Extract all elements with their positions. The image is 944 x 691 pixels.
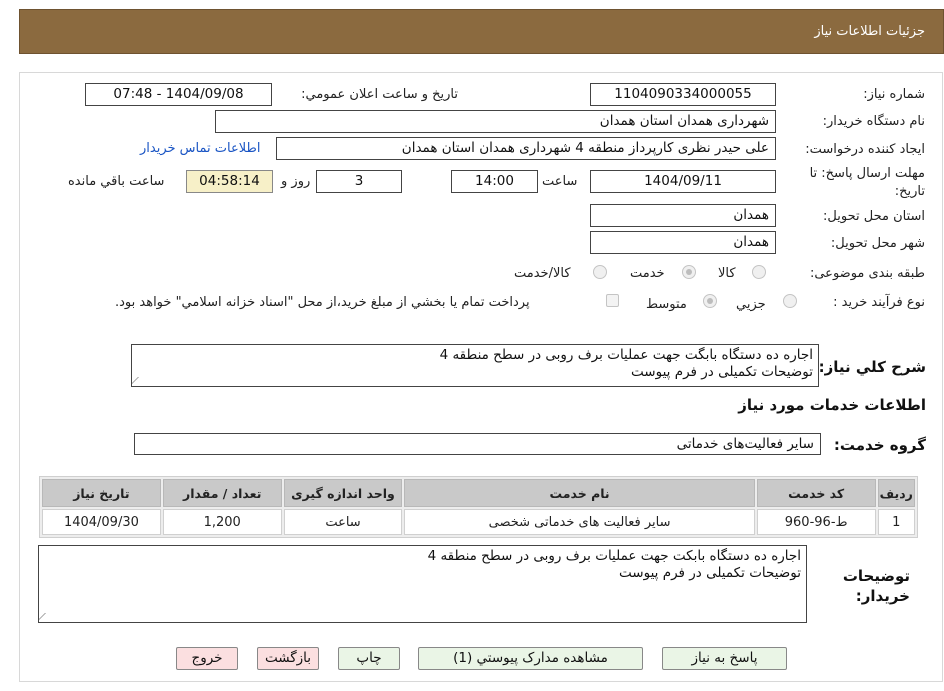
summary-line-1: اجاره ده دستگاه بابگت جهت عملیات برف روب… [439, 347, 813, 363]
service-group-field[interactable]: ساير فعاليت‌های خدماتی [134, 433, 821, 455]
services-section-title: اطلاعات خدمات مورد نياز [738, 396, 926, 414]
buyer-notes-line-1: اجاره ده دستگاه بابکت جهت عملیات برف روب… [427, 548, 801, 564]
deadline-time-field[interactable]: 14:00 [451, 170, 538, 193]
col-header-quantity: تعداد / مقدار [162, 479, 282, 507]
days-field[interactable]: 3 [316, 170, 402, 193]
cell-unit: ساعت [283, 509, 403, 535]
process-option-minor: جزيي [736, 297, 766, 312]
category-radio-goods[interactable] [752, 265, 766, 279]
cell-quantity: 1,200 [162, 509, 282, 535]
summary-textarea[interactable]: اجاره ده دستگاه بابگت جهت عملیات برف روب… [131, 344, 819, 387]
deadline-label-date: تاريخ: [894, 184, 925, 199]
col-header-unit: واحد اندازه گيری [283, 479, 403, 507]
announce-label: تاريخ و ساعت اعلان عمومي: [301, 87, 458, 102]
resize-grip-icon[interactable] [132, 377, 146, 385]
process-option-medium: متوسط [646, 297, 687, 312]
payment-note: پرداخت تمام يا بخشي از مبلغ خريد،از محل … [115, 295, 530, 310]
exit-button[interactable]: خروج [176, 647, 238, 670]
buyer-notes-textarea[interactable]: اجاره ده دستگاه بابکت جهت عملیات برف روب… [38, 545, 807, 623]
deadline-date-field[interactable]: 1404/09/11 [590, 170, 776, 193]
buyer-field[interactable]: شهرداری همدان استان همدان [215, 110, 776, 133]
cell-row-number: 1 [877, 509, 915, 535]
days-label: روز و [281, 174, 311, 189]
deadline-label: مهلت ارسال پاسخ: تا [809, 166, 925, 181]
category-option-goods: كالا [718, 266, 736, 281]
category-radio-service[interactable] [682, 265, 696, 279]
col-header-row-number: رديف [877, 479, 915, 507]
page-title: جزئيات اطلاعات نياز [814, 24, 925, 39]
view-attachments-button[interactable]: مشاهده مدارک پيوستي (1) [418, 647, 643, 670]
back-button[interactable]: بازگشت [257, 647, 319, 670]
summary-line-2: توضیحات تکمیلی در فرم پیوست [631, 364, 813, 380]
resize-grip-icon[interactable] [39, 613, 53, 621]
table-header-row: رديف كد خدمت نام خدمت واحد اندازه گيری ت… [42, 479, 915, 507]
category-label: طبقه بندی موضوعی: [809, 266, 925, 281]
province-field[interactable]: همدان [590, 204, 776, 227]
need-number-label: شماره نياز: [863, 87, 925, 102]
process-label: نوع فرآيند خريد : [833, 295, 925, 310]
buyer-contact-link[interactable]: اطلاعات تماس خريدار [140, 141, 260, 156]
services-table: رديف كد خدمت نام خدمت واحد اندازه گيری ت… [39, 476, 918, 538]
cell-need-date: 1404/09/30 [42, 509, 161, 535]
remaining-label: ساعت باقي مانده [68, 174, 165, 189]
table-row[interactable]: 1 ط-96-960 ساير فعاليت های خدماتی شخصی س… [42, 509, 915, 535]
col-header-need-date: تاريخ نياز [42, 479, 161, 507]
print-button[interactable]: چاپ [338, 647, 400, 670]
col-header-service-code: كد خدمت [756, 479, 876, 507]
summary-label: شرح كلي نياز: [818, 358, 926, 376]
city-label: شهر محل تحويل: [830, 236, 925, 251]
category-option-goods-service: كالا/خدمت [514, 266, 571, 281]
creator-label: ايجاد كننده درخواست: [805, 142, 925, 157]
category-option-service: خدمت [630, 266, 665, 281]
process-radio-medium[interactable] [703, 294, 717, 308]
buyer-notes-line-2: توضیحات تکمیلی در فرم پیوست [619, 565, 801, 581]
buyer-label: نام دستگاه خريدار: [822, 114, 925, 129]
announce-field[interactable]: 1404/09/08 - 07:48 [85, 83, 272, 106]
buyer-notes-label-2: خريدار: [855, 587, 910, 605]
reply-button[interactable]: پاسخ به نياز [662, 647, 787, 670]
service-group-label: گروه خدمت: [833, 436, 926, 454]
buyer-notes-label: توضيحات [842, 567, 910, 585]
process-radio-minor[interactable] [783, 294, 797, 308]
deadline-time-label: ساعت [542, 174, 578, 189]
cell-service-code: ط-96-960 [756, 509, 876, 535]
city-field[interactable]: همدان [590, 231, 776, 254]
cell-service-name: ساير فعاليت های خدماتی شخصی [404, 509, 755, 535]
treasury-checkbox[interactable] [606, 294, 619, 307]
col-header-service-name: نام خدمت [404, 479, 755, 507]
page-header: جزئيات اطلاعات نياز [19, 9, 944, 54]
need-number-field[interactable]: 1104090334000055 [590, 83, 776, 106]
creator-field[interactable]: علی حیدر نظری کارپرداز منطقه 4 شهرداری ه… [276, 137, 776, 160]
category-radio-goods-service[interactable] [593, 265, 607, 279]
province-label: استان محل تحويل: [823, 209, 925, 224]
remaining-time-field: 04:58:14 [186, 170, 273, 193]
